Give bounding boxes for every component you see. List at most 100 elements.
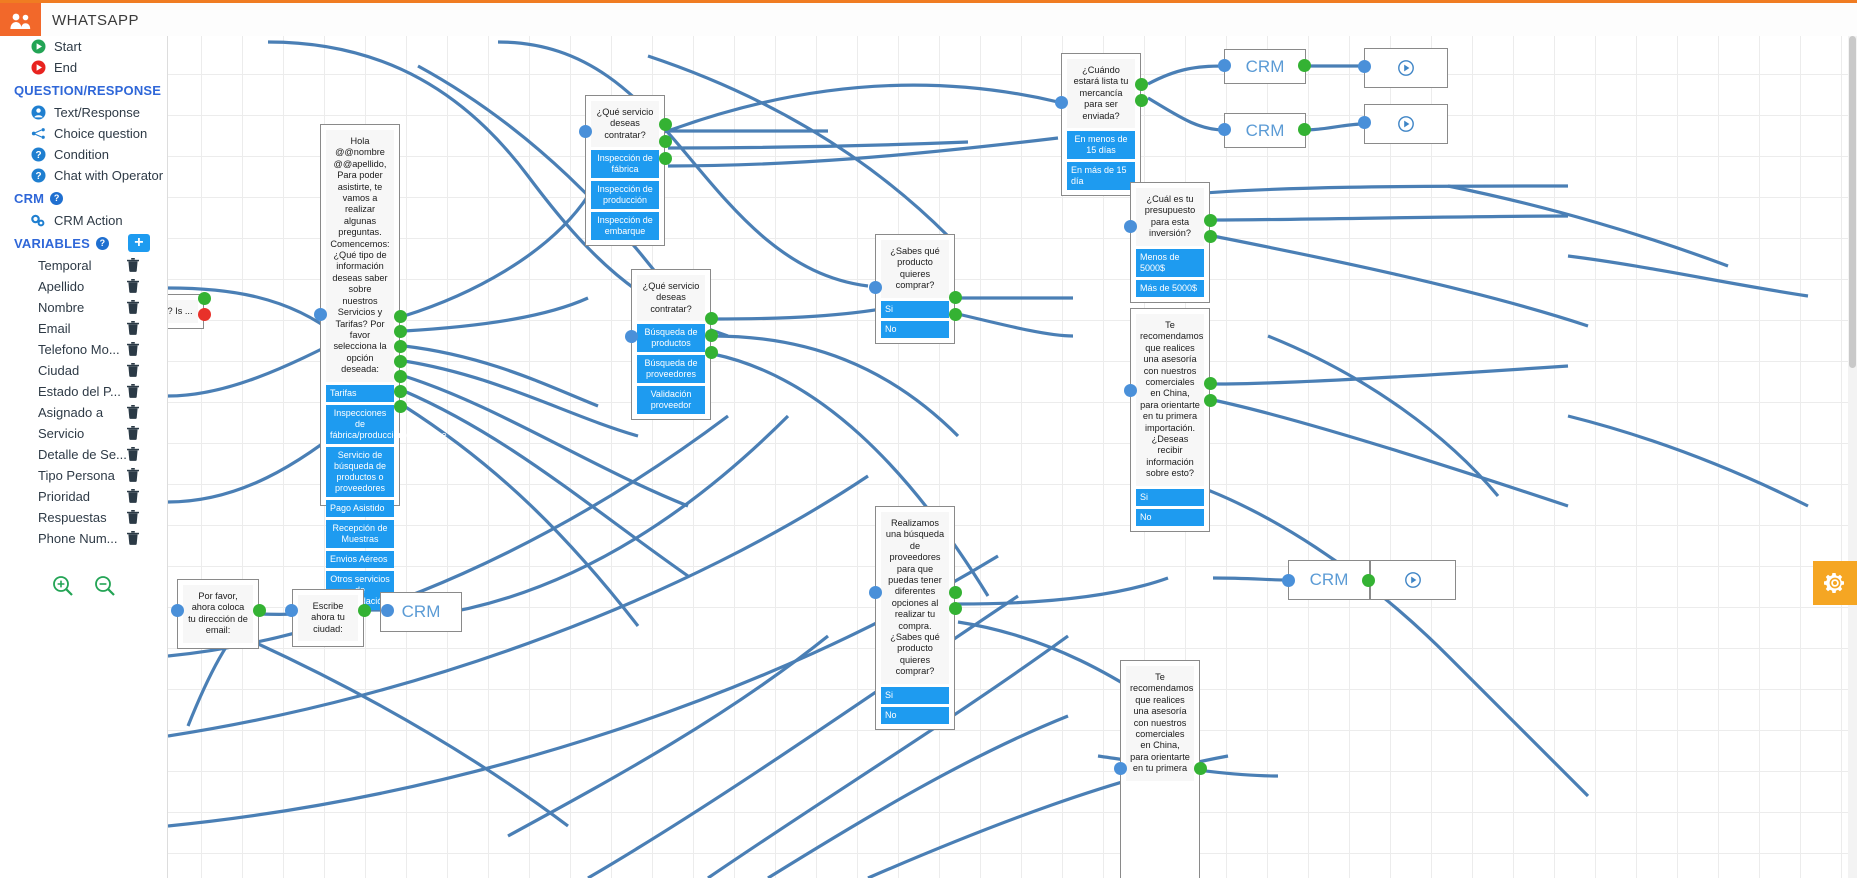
- variable-row[interactable]: Telefono Mo...: [0, 339, 167, 360]
- delete-variable-icon[interactable]: [127, 258, 139, 275]
- node-merchandise-ready[interactable]: ¿Cuándo estará lista tu mercancía para s…: [1061, 53, 1141, 197]
- variable-row[interactable]: Nombre: [0, 297, 167, 318]
- help-icon-crm[interactable]: ?: [50, 191, 64, 205]
- delete-variable-icon[interactable]: [127, 426, 139, 443]
- variable-row[interactable]: Phone Num...: [0, 528, 167, 549]
- node-advisory-1[interactable]: Te recomendamos que realices una asesorí…: [1130, 308, 1210, 532]
- node-port-end[interactable]: [198, 308, 211, 321]
- node-port-out[interactable]: [253, 604, 266, 617]
- node-port-out[interactable]: [1204, 377, 1217, 390]
- settings-fab-button[interactable]: [1813, 561, 1857, 605]
- delete-variable-icon[interactable]: [127, 510, 139, 527]
- scrollbar-thumb[interactable]: [1849, 36, 1856, 368]
- node-advisory-2[interactable]: Te recomendamos que realices una asesorí…: [1120, 660, 1200, 878]
- node-option[interactable]: Si: [881, 686, 949, 704]
- sidebar-item-end[interactable]: End: [0, 57, 167, 78]
- node-port-in[interactable]: [1055, 96, 1068, 109]
- delete-variable-icon[interactable]: [127, 321, 139, 338]
- node-port-in[interactable]: [381, 604, 394, 617]
- delete-variable-icon[interactable]: [127, 300, 139, 317]
- variable-row[interactable]: Detalle de Se...: [0, 444, 167, 465]
- delete-variable-icon[interactable]: [127, 363, 139, 380]
- delete-variable-icon[interactable]: [127, 447, 139, 464]
- node-port-out[interactable]: [705, 329, 718, 342]
- vertical-scrollbar[interactable]: [1848, 36, 1857, 878]
- delete-variable-icon[interactable]: [127, 489, 139, 506]
- node-option[interactable]: Pago Asistido: [326, 499, 394, 517]
- node-port-out[interactable]: [1194, 762, 1207, 775]
- help-icon-variables[interactable]: ?: [95, 236, 109, 250]
- node-port-in[interactable]: [1124, 384, 1137, 397]
- node-port-out[interactable]: [1135, 94, 1148, 107]
- zoom-in-icon[interactable]: [52, 575, 74, 597]
- node-option[interactable]: Menos de 5000$: [1136, 248, 1204, 277]
- node-port-out[interactable]: [394, 310, 407, 323]
- node-port-in[interactable]: [1218, 59, 1231, 72]
- node-option[interactable]: Si: [881, 300, 949, 318]
- node-option[interactable]: Servicio de búsqueda de productos o prov…: [326, 446, 394, 497]
- node-option[interactable]: No: [881, 706, 949, 724]
- node-port-out[interactable]: [949, 586, 962, 599]
- crm-node[interactable]: CRM: [1224, 49, 1306, 84]
- variable-row[interactable]: Apellido: [0, 276, 167, 297]
- node-city-prompt[interactable]: Escribe ahora tu ciudad:: [292, 589, 364, 648]
- node-port-in[interactable]: [1124, 220, 1137, 233]
- sidebar-item-start[interactable]: Start: [0, 36, 167, 57]
- node-port-out[interactable]: [1298, 123, 1311, 136]
- variable-row[interactable]: Servicio: [0, 423, 167, 444]
- app-logo[interactable]: [0, 3, 41, 39]
- play-node[interactable]: [1364, 104, 1448, 144]
- node-port-out[interactable]: [198, 292, 211, 305]
- sidebar-item-chat-operator[interactable]: ? Chat with Operator: [0, 165, 167, 186]
- node-option[interactable]: Recepción de Muestras: [326, 519, 394, 548]
- node-option[interactable]: Validación proveedor: [637, 386, 705, 415]
- node-port-out[interactable]: [949, 602, 962, 615]
- node-port-out[interactable]: [1135, 78, 1148, 91]
- node-port-out[interactable]: [394, 355, 407, 368]
- node-port-out[interactable]: [949, 308, 962, 321]
- variable-row[interactable]: Ciudad: [0, 360, 167, 381]
- variable-row[interactable]: Prioridad: [0, 486, 167, 507]
- node-option[interactable]: Inspección de embarque: [591, 212, 659, 241]
- node-port-out[interactable]: [1204, 214, 1217, 227]
- node-port-out[interactable]: [705, 346, 718, 359]
- node-supplier-search[interactable]: Realizamos una búsqueda de proveedores p…: [875, 506, 955, 730]
- node-port-in[interactable]: [1114, 762, 1127, 775]
- node-port-out[interactable]: [1204, 230, 1217, 243]
- node-port-in[interactable]: [314, 308, 327, 321]
- node-option[interactable]: Búsqueda de proveedores: [637, 355, 705, 384]
- node-port-out[interactable]: [659, 135, 672, 148]
- node-option[interactable]: No: [1136, 508, 1204, 526]
- node-option[interactable]: En menos de 15 días: [1067, 131, 1135, 160]
- variable-row[interactable]: Estado del P...: [0, 381, 167, 402]
- node-service-inspection[interactable]: ¿Qué servicio deseas contratar? Inspecci…: [585, 95, 665, 247]
- node-port-in[interactable]: [625, 330, 638, 343]
- sidebar-item-text-response[interactable]: Text/Response: [0, 102, 167, 123]
- flow-canvas[interactable]: ? Is ... Hola @@nombre @@apellido, Para …: [168, 36, 1857, 878]
- node-option[interactable]: Si: [1136, 488, 1204, 506]
- node-option[interactable]: En más de 15 día: [1067, 162, 1135, 191]
- node-port-in[interactable]: [1282, 574, 1295, 587]
- node-port-out[interactable]: [394, 385, 407, 398]
- node-port-out[interactable]: [1362, 574, 1375, 587]
- node-option[interactable]: Inspección de producción: [591, 181, 659, 210]
- node-option[interactable]: No: [881, 320, 949, 338]
- node-port-out[interactable]: [358, 604, 371, 617]
- node-port-out[interactable]: [394, 325, 407, 338]
- crm-node[interactable]: CRM: [1224, 113, 1306, 148]
- node-port-in[interactable]: [1358, 60, 1371, 73]
- delete-variable-icon[interactable]: [127, 279, 139, 296]
- node-port-out[interactable]: [394, 370, 407, 383]
- variable-row[interactable]: Asignado a: [0, 402, 167, 423]
- play-node[interactable]: [1364, 48, 1448, 88]
- node-welcome[interactable]: Hola @@nombre @@apellido, Para poder asi…: [320, 124, 447, 610]
- variable-row[interactable]: Respuestas: [0, 507, 167, 528]
- node-option[interactable]: Tarifas: [326, 384, 394, 402]
- delete-variable-icon[interactable]: [127, 342, 139, 359]
- node-port-out[interactable]: [949, 291, 962, 304]
- play-node[interactable]: [1370, 560, 1456, 600]
- variable-row[interactable]: Email: [0, 318, 167, 339]
- node-port-in[interactable]: [869, 281, 882, 294]
- node-email-prompt[interactable]: Por favor, ahora coloca tu dirección de …: [177, 579, 259, 649]
- node-port-in[interactable]: [171, 604, 184, 617]
